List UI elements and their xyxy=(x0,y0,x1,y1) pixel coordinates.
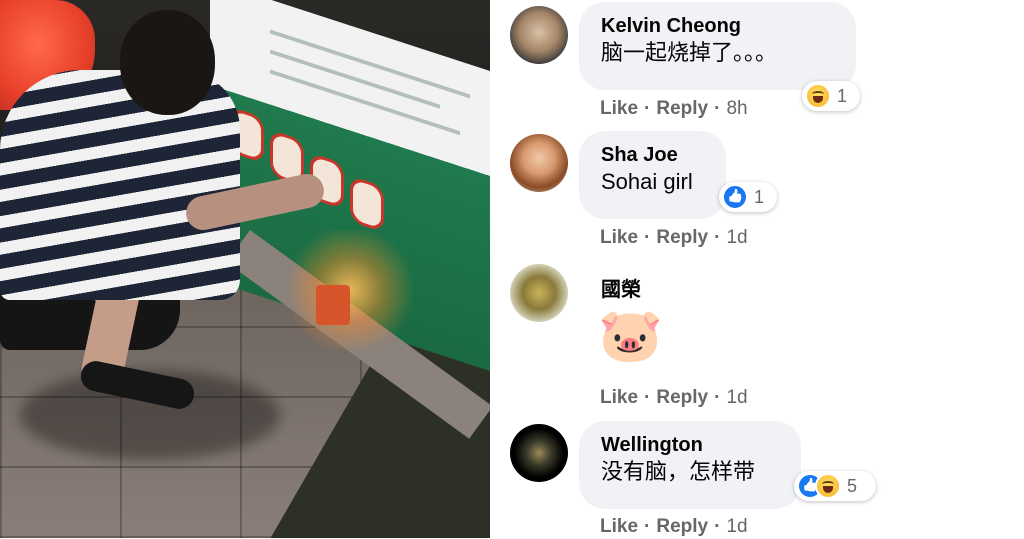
like-button[interactable]: Like xyxy=(600,227,638,248)
like-icon xyxy=(722,184,748,210)
comment-author[interactable]: Sha Joe xyxy=(601,143,704,167)
like-button[interactable]: Like xyxy=(600,387,638,408)
reaction-count: 1 xyxy=(837,85,848,106)
comment-bubble: Wellington 没有脑，怎样带 xyxy=(579,421,801,509)
reaction-summary[interactable]: 1 xyxy=(802,81,860,111)
like-button[interactable]: Like xyxy=(600,516,638,537)
post-photo[interactable] xyxy=(0,0,490,538)
comment-bubble: Sha Joe Sohai girl xyxy=(579,131,726,219)
comment-text: 脑一起烧掉了。。。 xyxy=(601,40,778,65)
candle xyxy=(316,285,350,325)
timestamp[interactable]: 1d xyxy=(726,387,747,408)
avatar[interactable] xyxy=(510,424,568,482)
person-head xyxy=(120,10,215,115)
like-button[interactable]: Like xyxy=(600,98,638,119)
avatar[interactable] xyxy=(510,134,568,192)
pig-emoji: 🐷 xyxy=(598,307,663,365)
comment-actions: Like · Reply · 1d xyxy=(600,387,748,408)
reply-button[interactable]: Reply xyxy=(656,98,708,119)
comment-actions: Like · Reply · 8h xyxy=(600,98,748,119)
reaction-summary[interactable]: 5 xyxy=(794,471,876,501)
person-shirt xyxy=(0,70,240,300)
timestamp[interactable]: 1d xyxy=(726,516,747,537)
reaction-count: 5 xyxy=(847,475,858,496)
reaction-summary[interactable]: 1 xyxy=(719,182,777,212)
reply-button[interactable]: Reply xyxy=(656,227,708,248)
avatar[interactable] xyxy=(510,264,568,322)
timestamp[interactable]: 1d xyxy=(726,227,747,248)
haha-icon xyxy=(805,83,831,109)
comment-text: 没有脑，怎样带 xyxy=(601,459,756,484)
haha-icon xyxy=(815,473,841,499)
comment-actions: Like · Reply · 1d xyxy=(600,227,748,248)
comment-author[interactable]: Kelvin Cheong xyxy=(601,14,834,38)
reply-button[interactable]: Reply xyxy=(656,516,708,537)
avatar[interactable] xyxy=(510,6,568,64)
comment-author[interactable]: Wellington xyxy=(601,433,779,457)
comment-list: Kelvin Cheong 脑一起烧掉了。。。 1 Like · Reply · 8h … xyxy=(490,0,1024,538)
candle-glow xyxy=(280,230,420,350)
timestamp[interactable]: 8h xyxy=(726,98,747,119)
comment-text: Sohai girl xyxy=(601,169,693,194)
reaction-count: 1 xyxy=(754,186,765,207)
reply-button[interactable]: Reply xyxy=(656,387,708,408)
comment-actions: Like · Reply · 1d xyxy=(600,516,748,537)
comment-bubble: Kelvin Cheong 脑一起烧掉了。。。 xyxy=(579,2,856,90)
comment-author[interactable]: 國榮 xyxy=(601,278,641,302)
